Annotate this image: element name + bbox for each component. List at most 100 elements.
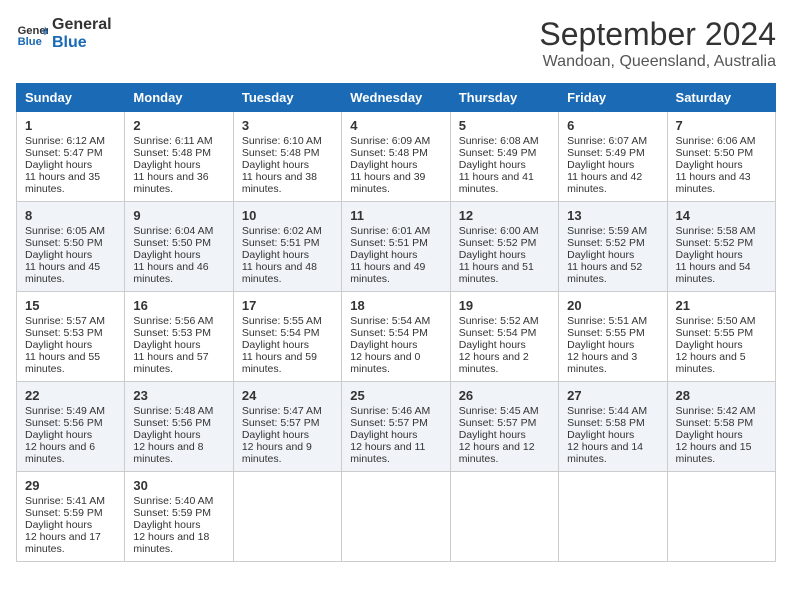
day-number: 17 [242,298,333,313]
sunset-label: Sunset: 5:50 PM [676,147,754,159]
daylight-label: Daylight hours [459,249,526,261]
day-number: 6 [567,118,658,133]
day-number: 13 [567,208,658,223]
daylight-label: Daylight hours [133,249,200,261]
daylight-duration: 12 hours and 8 minutes. [133,441,203,465]
sunrise-label: Sunrise: 6:06 AM [676,135,756,147]
sunrise-label: Sunrise: 5:57 AM [25,315,105,327]
daylight-duration: 12 hours and 12 minutes. [459,441,535,465]
sunrise-label: Sunrise: 5:49 AM [25,405,105,417]
daylight-duration: 12 hours and 17 minutes. [25,531,101,555]
sunrise-label: Sunrise: 5:45 AM [459,405,539,417]
daylight-duration: 12 hours and 9 minutes. [242,441,312,465]
daylight-duration: 11 hours and 52 minutes. [567,261,642,285]
calendar-cell [559,472,667,562]
calendar-cell [342,472,450,562]
sunrise-label: Sunrise: 6:05 AM [25,225,105,237]
calendar-cell: 19 Sunrise: 5:52 AM Sunset: 5:54 PM Dayl… [450,292,558,382]
calendar-title: September 2024 [539,16,776,53]
calendar-week-5: 29 Sunrise: 5:41 AM Sunset: 5:59 PM Dayl… [17,472,776,562]
daylight-label: Daylight hours [676,159,743,171]
calendar-cell: 4 Sunrise: 6:09 AM Sunset: 5:48 PM Dayli… [342,112,450,202]
sunset-label: Sunset: 5:49 PM [567,147,645,159]
daylight-duration: 12 hours and 6 minutes. [25,441,95,465]
calendar-header: SundayMondayTuesdayWednesdayThursdayFrid… [17,84,776,112]
sunrise-label: Sunrise: 5:58 AM [676,225,756,237]
page-header: General Blue General Blue September 2024… [16,16,776,71]
sunset-label: Sunset: 5:52 PM [567,237,645,249]
daylight-duration: 12 hours and 18 minutes. [133,531,209,555]
sunrise-label: Sunrise: 5:46 AM [350,405,430,417]
daylight-label: Daylight hours [350,159,417,171]
day-header-saturday: Saturday [667,84,775,112]
daylight-duration: 11 hours and 54 minutes. [676,261,751,285]
sunset-label: Sunset: 5:58 PM [567,417,645,429]
daylight-duration: 11 hours and 45 minutes. [25,261,100,285]
day-header-monday: Monday [125,84,233,112]
calendar-cell: 20 Sunrise: 5:51 AM Sunset: 5:55 PM Dayl… [559,292,667,382]
logo-line1: General [52,16,112,34]
day-header-friday: Friday [559,84,667,112]
sunset-label: Sunset: 5:54 PM [242,327,320,339]
svg-text:Blue: Blue [18,36,42,48]
daylight-duration: 11 hours and 59 minutes. [242,351,317,375]
daylight-duration: 11 hours and 41 minutes. [459,171,534,195]
day-number: 26 [459,388,550,403]
day-number: 12 [459,208,550,223]
daylight-label: Daylight hours [242,249,309,261]
sunset-label: Sunset: 5:48 PM [350,147,428,159]
day-number: 8 [25,208,116,223]
calendar-cell: 10 Sunrise: 6:02 AM Sunset: 5:51 PM Dayl… [233,202,341,292]
sunset-label: Sunset: 5:52 PM [676,237,754,249]
daylight-duration: 11 hours and 39 minutes. [350,171,425,195]
daylight-duration: 11 hours and 43 minutes. [676,171,751,195]
daylight-label: Daylight hours [459,429,526,441]
sunrise-label: Sunrise: 6:07 AM [567,135,647,147]
daylight-label: Daylight hours [133,519,200,531]
sunset-label: Sunset: 5:50 PM [25,237,103,249]
sunset-label: Sunset: 5:57 PM [350,417,428,429]
calendar-cell: 15 Sunrise: 5:57 AM Sunset: 5:53 PM Dayl… [17,292,125,382]
sunset-label: Sunset: 5:57 PM [242,417,320,429]
calendar-cell: 16 Sunrise: 5:56 AM Sunset: 5:53 PM Dayl… [125,292,233,382]
daylight-duration: 11 hours and 42 minutes. [567,171,642,195]
logo-icon: General Blue [16,18,48,50]
calendar-cell: 24 Sunrise: 5:47 AM Sunset: 5:57 PM Dayl… [233,382,341,472]
daylight-duration: 11 hours and 35 minutes. [25,171,100,195]
day-number: 11 [350,208,441,223]
daylight-duration: 12 hours and 15 minutes. [676,441,752,465]
daylight-label: Daylight hours [242,429,309,441]
calendar-cell: 23 Sunrise: 5:48 AM Sunset: 5:56 PM Dayl… [125,382,233,472]
day-number: 15 [25,298,116,313]
sunset-label: Sunset: 5:55 PM [567,327,645,339]
calendar-cell: 21 Sunrise: 5:50 AM Sunset: 5:55 PM Dayl… [667,292,775,382]
daylight-label: Daylight hours [567,429,634,441]
daylight-duration: 12 hours and 14 minutes. [567,441,643,465]
daylight-label: Daylight hours [133,159,200,171]
day-number: 30 [133,478,224,493]
daylight-label: Daylight hours [676,429,743,441]
sunrise-label: Sunrise: 5:59 AM [567,225,647,237]
daylight-label: Daylight hours [133,339,200,351]
daylight-label: Daylight hours [350,249,417,261]
daylight-duration: 11 hours and 49 minutes. [350,261,425,285]
day-number: 4 [350,118,441,133]
sunrise-label: Sunrise: 5:50 AM [676,315,756,327]
daylight-label: Daylight hours [242,159,309,171]
daylight-label: Daylight hours [567,339,634,351]
daylight-label: Daylight hours [676,339,743,351]
day-number: 20 [567,298,658,313]
day-number: 24 [242,388,333,403]
daylight-label: Daylight hours [25,159,92,171]
daylight-label: Daylight hours [567,159,634,171]
daylight-label: Daylight hours [133,429,200,441]
sunset-label: Sunset: 5:53 PM [25,327,103,339]
sunset-label: Sunset: 5:51 PM [350,237,428,249]
sunrise-label: Sunrise: 6:10 AM [242,135,322,147]
logo: General Blue General Blue [16,16,112,52]
logo-line2: Blue [52,34,112,52]
calendar-cell: 18 Sunrise: 5:54 AM Sunset: 5:54 PM Dayl… [342,292,450,382]
daylight-label: Daylight hours [350,429,417,441]
sunrise-label: Sunrise: 5:40 AM [133,495,213,507]
day-number: 18 [350,298,441,313]
